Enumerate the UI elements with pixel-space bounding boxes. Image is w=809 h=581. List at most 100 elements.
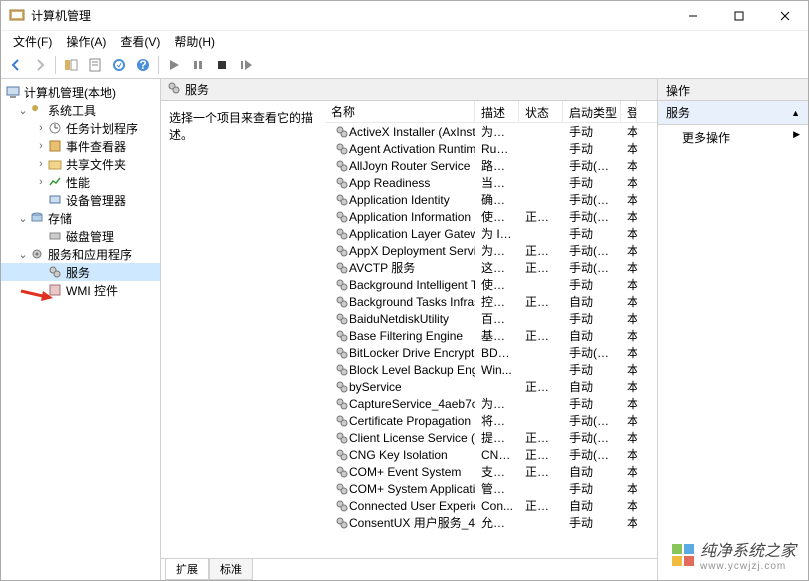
service-logon: 本 bbox=[621, 497, 637, 514]
close-button[interactable] bbox=[762, 1, 808, 30]
service-row[interactable]: App Readiness当用 ...手动本 bbox=[325, 174, 657, 191]
service-desc: 允许 ... bbox=[475, 514, 519, 531]
show-hide-tree-button[interactable] bbox=[60, 54, 82, 76]
tree-root[interactable]: 计算机管理(本地) bbox=[1, 83, 160, 101]
minimize-button[interactable] bbox=[670, 1, 716, 30]
service-gear-icon bbox=[335, 380, 349, 394]
tab-extended[interactable]: 扩展 bbox=[165, 559, 209, 580]
menu-help[interactable]: 帮助(H) bbox=[168, 31, 221, 52]
service-status: 正在... bbox=[519, 429, 563, 446]
window-title: 计算机管理 bbox=[31, 7, 670, 24]
service-status: 正在... bbox=[519, 497, 563, 514]
service-row[interactable]: BaiduNetdiskUtility百度 ...手动本 bbox=[325, 310, 657, 327]
navigation-tree[interactable]: 计算机管理(本地) ⌄系统工具 ›任务计划程序 ›事件查看器 ›共享文件夹 ›性… bbox=[1, 79, 161, 580]
service-startup: 手动(触发... bbox=[563, 191, 621, 208]
col-startup[interactable]: 启动类型 bbox=[563, 101, 621, 122]
collapse-icon[interactable]: ⌄ bbox=[17, 248, 29, 261]
tree-device-manager[interactable]: 设备管理器 bbox=[1, 191, 160, 209]
actions-more[interactable]: 更多操作 ▶ bbox=[658, 125, 808, 150]
expand-icon[interactable]: › bbox=[35, 158, 47, 170]
properties-button[interactable] bbox=[84, 54, 106, 76]
service-row[interactable]: Certificate Propagation将用 ...手动(触发...本 bbox=[325, 412, 657, 429]
service-row[interactable]: COM+ Event System支持 ...正在...自动本 bbox=[325, 463, 657, 480]
center-header: 服务 bbox=[161, 79, 657, 101]
help-button[interactable]: ? bbox=[132, 54, 154, 76]
tree-services[interactable]: 服务 bbox=[1, 263, 160, 281]
forward-button[interactable] bbox=[29, 54, 51, 76]
tab-standard[interactable]: 标准 bbox=[209, 559, 253, 580]
service-row[interactable]: BitLocker Drive Encryption ...BDE...手动(触… bbox=[325, 344, 657, 361]
export-button[interactable] bbox=[108, 54, 130, 76]
service-startup: 手动 bbox=[563, 395, 621, 412]
service-gear-icon bbox=[335, 448, 349, 462]
tree-services-apps[interactable]: ⌄服务和应用程序 bbox=[1, 245, 160, 263]
service-startup: 手动(触发... bbox=[563, 446, 621, 463]
col-logon[interactable]: 登 bbox=[621, 101, 637, 122]
service-startup: 手动 bbox=[563, 514, 621, 531]
list-rows[interactable]: ActiveX Installer (AxInstSV)为从 ...手动本Age… bbox=[325, 123, 657, 558]
service-row[interactable]: Client License Service (Clip...提供 ...正在.… bbox=[325, 429, 657, 446]
tree-wmi[interactable]: WMI 控件 bbox=[1, 281, 160, 299]
tree-event-viewer[interactable]: ›事件查看器 bbox=[1, 137, 160, 155]
service-desc: 路由 ... bbox=[475, 157, 519, 174]
tree-storage[interactable]: ⌄存储 bbox=[1, 209, 160, 227]
service-row[interactable]: Application Identity确定 ...手动(触发...本 bbox=[325, 191, 657, 208]
collapse-icon[interactable]: ⌄ bbox=[17, 104, 29, 117]
service-row[interactable]: Block Level Backup Engine ...Win...手动本 bbox=[325, 361, 657, 378]
service-row[interactable]: Application Layer Gateway ...为 In...手动本 bbox=[325, 225, 657, 242]
center-body: 选择一个项目来查看它的描述。 名称 描述 状态 启动类型 登 ActiveX I… bbox=[161, 101, 657, 558]
tree-task-scheduler[interactable]: ›任务计划程序 bbox=[1, 119, 160, 137]
collapse-icon[interactable]: ⌄ bbox=[17, 212, 29, 225]
service-row[interactable]: Background Intelligent Tra...使用 ...手动本 bbox=[325, 276, 657, 293]
expand-icon[interactable]: › bbox=[35, 140, 47, 152]
actions-section[interactable]: 服务 ▲ bbox=[658, 101, 808, 125]
menu-action[interactable]: 操作(A) bbox=[60, 31, 112, 52]
service-row[interactable]: AllJoyn Router Service路由 ...手动(触发...本 bbox=[325, 157, 657, 174]
service-desc: 使用 ... bbox=[475, 276, 519, 293]
service-row[interactable]: CaptureService_4aeb7ca为调 ...手动本 bbox=[325, 395, 657, 412]
service-gear-icon bbox=[335, 397, 349, 411]
tree-disk-management[interactable]: 磁盘管理 bbox=[1, 227, 160, 245]
service-row[interactable]: CNG Key IsolationCNG ...正在...手动(触发...本 bbox=[325, 446, 657, 463]
maximize-button[interactable] bbox=[716, 1, 762, 30]
service-status: 正在... bbox=[519, 208, 563, 225]
service-row[interactable]: Application Information使用 ...正在...手动(触发.… bbox=[325, 208, 657, 225]
service-startup: 手动 bbox=[563, 276, 621, 293]
service-row[interactable]: ActiveX Installer (AxInstSV)为从 ...手动本 bbox=[325, 123, 657, 140]
service-row[interactable]: Connected User Experienc...Con...正在...自动… bbox=[325, 497, 657, 514]
service-desc: 为 In... bbox=[475, 225, 519, 242]
service-row[interactable]: Background Tasks Infrastru...控制 ...正在...… bbox=[325, 293, 657, 310]
service-row[interactable]: AppX Deployment Service ...为部 ...正在...手动… bbox=[325, 242, 657, 259]
start-service-button[interactable] bbox=[163, 54, 185, 76]
pause-service-button[interactable] bbox=[187, 54, 209, 76]
tree-shared-folders[interactable]: ›共享文件夹 bbox=[1, 155, 160, 173]
service-desc: 为调 ... bbox=[475, 395, 519, 412]
menu-view[interactable]: 查看(V) bbox=[114, 31, 166, 52]
service-startup: 手动 bbox=[563, 140, 621, 157]
stop-service-button[interactable] bbox=[211, 54, 233, 76]
back-button[interactable] bbox=[5, 54, 27, 76]
col-description[interactable]: 描述 bbox=[475, 101, 519, 122]
service-row[interactable]: byService正在...自动本 bbox=[325, 378, 657, 395]
expand-icon[interactable]: › bbox=[35, 176, 47, 188]
menu-file[interactable]: 文件(F) bbox=[7, 31, 58, 52]
col-name[interactable]: 名称 bbox=[325, 101, 475, 122]
col-status[interactable]: 状态 bbox=[519, 101, 563, 122]
service-row[interactable]: AVCTP 服务这是 ...正在...手动(触发...本 bbox=[325, 259, 657, 276]
service-row[interactable]: ConsentUX 用户服务_4aeb...允许 ...手动本 bbox=[325, 514, 657, 531]
tree-system-tools[interactable]: ⌄系统工具 bbox=[1, 101, 160, 119]
service-status: 正在... bbox=[519, 378, 563, 395]
tree-performance[interactable]: ›性能 bbox=[1, 173, 160, 191]
service-gear-icon bbox=[335, 346, 349, 360]
wrench-icon bbox=[29, 102, 45, 118]
list-header: 名称 描述 状态 启动类型 登 bbox=[325, 101, 657, 123]
service-logon: 本 bbox=[621, 174, 637, 191]
computer-icon bbox=[5, 84, 21, 100]
service-row[interactable]: Base Filtering Engine基本 ...正在...自动本 bbox=[325, 327, 657, 344]
expand-icon[interactable]: › bbox=[35, 122, 47, 134]
service-row[interactable]: Agent Activation Runtime ...Runt...手动本 bbox=[325, 140, 657, 157]
service-gear-icon bbox=[335, 159, 349, 173]
service-row[interactable]: COM+ System Application管理 ...手动本 bbox=[325, 480, 657, 497]
restart-service-button[interactable] bbox=[235, 54, 257, 76]
service-desc: 管理 ... bbox=[475, 480, 519, 497]
